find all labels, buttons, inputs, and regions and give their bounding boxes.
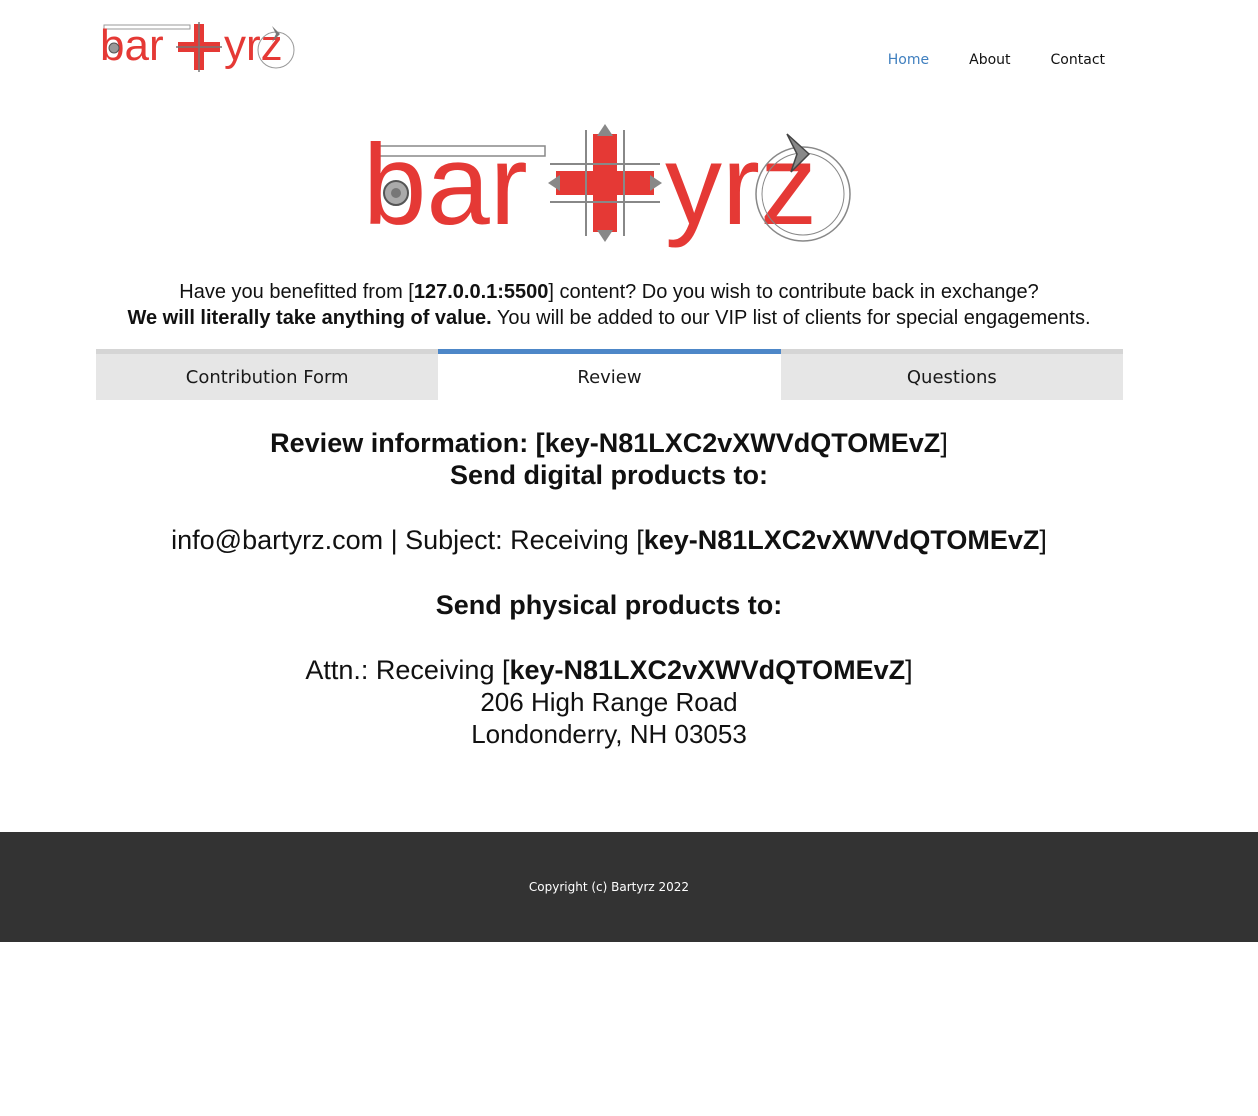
tab-label: Questions <box>906 366 997 388</box>
tab-label: Contribution Form <box>185 366 349 388</box>
tab-label: Review <box>577 366 642 388</box>
tab-bar: Contribution Form Review Questions <box>96 349 1123 400</box>
physical-heading: Send physical products to: <box>435 590 783 620</box>
tab-review[interactable]: Review <box>438 349 781 400</box>
nav-home-link[interactable]: Home <box>888 52 929 68</box>
hero-logo: bar yrz <box>363 124 851 249</box>
attn-key: key-N81LXC2vXWVdQTOMEvZ <box>509 655 906 685</box>
address-line-1: 206 High Range Road <box>480 687 738 717</box>
site-footer: Copyright (c) Bartyrz 2022 <box>0 832 1258 942</box>
nav-about-link[interactable]: About <box>969 52 1010 68</box>
digital-heading: Send digital products to: <box>450 460 768 490</box>
email-key: key-N81LXC2vXWVdQTOMEvZ <box>643 525 1040 555</box>
review-panel: Review information: [key-N81LXC2vXWVdQTO… <box>0 427 1218 750</box>
tab-contribution-form[interactable]: Contribution Form <box>96 349 439 400</box>
intro-emphasis: We will literally take anything of value… <box>127 307 492 329</box>
review-title: Review information: [key-N81LXC2vXWVdQTO… <box>270 428 948 458</box>
site-header: bar yrz Home About Contact <box>0 0 1258 100</box>
intro-text: Have you benefitted from [127.0.0.1:5500… <box>0 279 1218 331</box>
address-line-2: Londonderry, NH 03053 <box>471 719 747 749</box>
attn-line: Attn.: Receiving [key-N81LXC2vXWVdQTOMEv… <box>305 655 913 685</box>
copyright-text: Copyright (c) Bartyrz 2022 <box>528 880 690 894</box>
email-line: info@bartyrz.com | Subject: Receiving [ <box>171 525 644 555</box>
review-key: key-N81LXC2vXWVdQTOMEvZ <box>544 428 941 458</box>
main-nav: Home About Contact <box>888 52 1105 68</box>
digital-address: info@bartyrz.com | Subject: Receiving [k… <box>171 525 1047 555</box>
site-logo[interactable]: bar yrz <box>100 20 300 74</box>
nav-contact-link[interactable]: Contact <box>1051 52 1105 68</box>
page: bar yrz Home About Contact bar yrz Have … <box>0 0 1258 1116</box>
host-name: 127.0.0.1:5500 <box>413 281 549 303</box>
intro-line-2: We will literally take anything of value… <box>127 307 1091 329</box>
tab-questions[interactable]: Questions <box>780 349 1123 400</box>
intro-line-1: Have you benefitted from [127.0.0.1:5500… <box>179 281 1039 303</box>
